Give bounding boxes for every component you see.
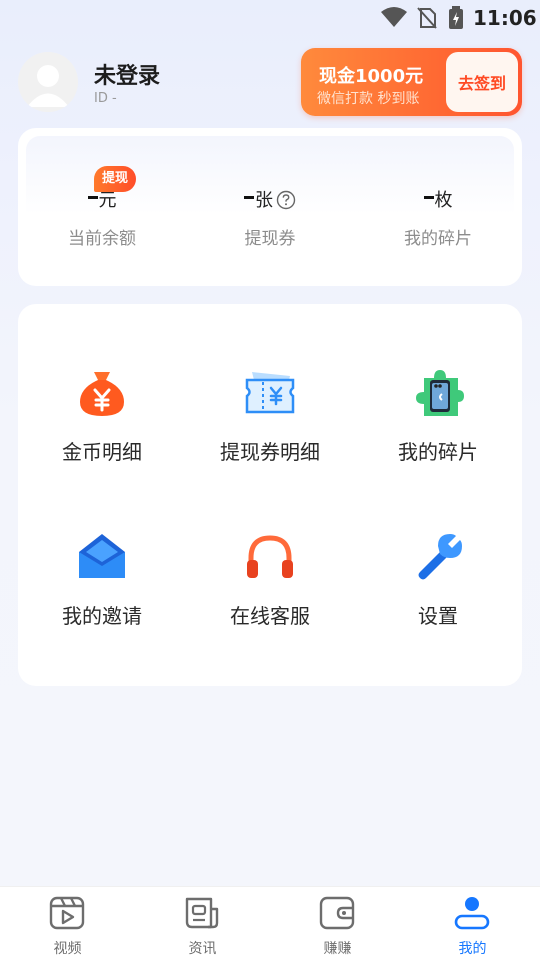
nav-label-earn: 赚赚 xyxy=(323,941,352,957)
voucher-placeholder-dash xyxy=(244,196,254,199)
voucher-unit: 张 xyxy=(255,190,273,211)
fragments-unit: 枚 xyxy=(434,190,453,211)
balance-placeholder-dash xyxy=(87,196,98,199)
help-circle-icon[interactable] xyxy=(276,190,296,210)
user-id: ID - xyxy=(94,91,117,106)
status-time: 11:06 xyxy=(473,6,537,30)
stat-voucher-value: 张 xyxy=(186,186,354,212)
ticket-icon xyxy=(245,372,295,414)
checkin-subtitle: 微信打款 秒到账 xyxy=(317,91,420,107)
status-bar: 11:06 xyxy=(0,0,540,36)
no-sim-icon xyxy=(417,7,437,29)
wifi-icon xyxy=(381,7,407,27)
stat-fragments-value: 枚 xyxy=(354,186,522,212)
nav-item-news[interactable]: 资讯 xyxy=(135,887,270,960)
nav-label-news: 资讯 xyxy=(188,941,217,957)
menu-item-coin-details[interactable]: 金币明细 xyxy=(18,366,186,496)
nav-label-mine: 我的 xyxy=(458,941,487,957)
puzzle-phone-icon xyxy=(416,370,464,416)
menu-item-online-support[interactable]: 在线客服 xyxy=(186,530,354,660)
news-icon xyxy=(185,897,219,929)
menu-label-my-invites: 我的邀请 xyxy=(62,604,142,628)
fragments-placeholder-dash xyxy=(423,196,434,199)
stat-balance[interactable]: 元 当前余额 xyxy=(18,186,186,249)
profile-icon xyxy=(454,897,490,930)
stat-fragments-label: 我的碎片 xyxy=(404,229,472,249)
username[interactable]: 未登录 xyxy=(94,58,160,90)
menu-label-settings: 设置 xyxy=(418,604,458,628)
menu-item-voucher-details[interactable]: 提现券明细 xyxy=(186,366,354,496)
checkin-banner[interactable]: 现金1000元 微信打款 秒到账 去签到 xyxy=(301,48,522,116)
nav-item-mine[interactable]: 我的 xyxy=(405,887,540,960)
checkin-title: 现金1000元 xyxy=(319,66,424,87)
stat-balance-label: 当前余额 xyxy=(68,229,136,249)
menu-label-online-support: 在线客服 xyxy=(230,604,310,628)
menu-label-voucher-details: 提现券明细 xyxy=(220,440,320,464)
menu-item-settings[interactable]: 设置 xyxy=(354,530,522,660)
battery-charging-icon xyxy=(449,6,463,29)
avatar[interactable] xyxy=(18,52,78,112)
envelope-icon xyxy=(79,534,125,578)
menu-card: 金币明细 提现券明细 我的碎片 我的邀请 在线客服 设置 xyxy=(18,304,522,686)
nav-item-video[interactable]: 视频 xyxy=(0,887,135,960)
money-bag-icon xyxy=(80,372,124,416)
nav-label-video: 视频 xyxy=(53,941,82,957)
stat-voucher[interactable]: 张 提现券 xyxy=(186,186,354,249)
stats-card: 元 当前余额 张 提现券 枚 我的碎片 提现 xyxy=(18,128,522,286)
menu-item-my-fragments[interactable]: 我的碎片 xyxy=(354,366,522,496)
wallet-icon xyxy=(319,896,355,930)
menu-label-my-fragments: 我的碎片 xyxy=(398,440,478,464)
nav-item-earn[interactable]: 赚赚 xyxy=(270,887,405,960)
menu-item-my-invites[interactable]: 我的邀请 xyxy=(18,530,186,660)
checkin-button[interactable]: 去签到 xyxy=(446,52,518,112)
menu-label-coin-details: 金币明细 xyxy=(62,440,142,464)
stat-voucher-label: 提现券 xyxy=(244,229,296,249)
headphones-icon xyxy=(247,535,293,578)
bottom-nav: 视频 资讯 赚赚 我的 xyxy=(0,886,540,960)
withdraw-tag[interactable]: 提现 xyxy=(94,166,137,192)
video-icon xyxy=(49,896,85,930)
wrench-icon xyxy=(418,534,462,580)
stat-fragments[interactable]: 枚 我的碎片 xyxy=(354,186,522,249)
default-avatar-icon xyxy=(18,52,78,112)
